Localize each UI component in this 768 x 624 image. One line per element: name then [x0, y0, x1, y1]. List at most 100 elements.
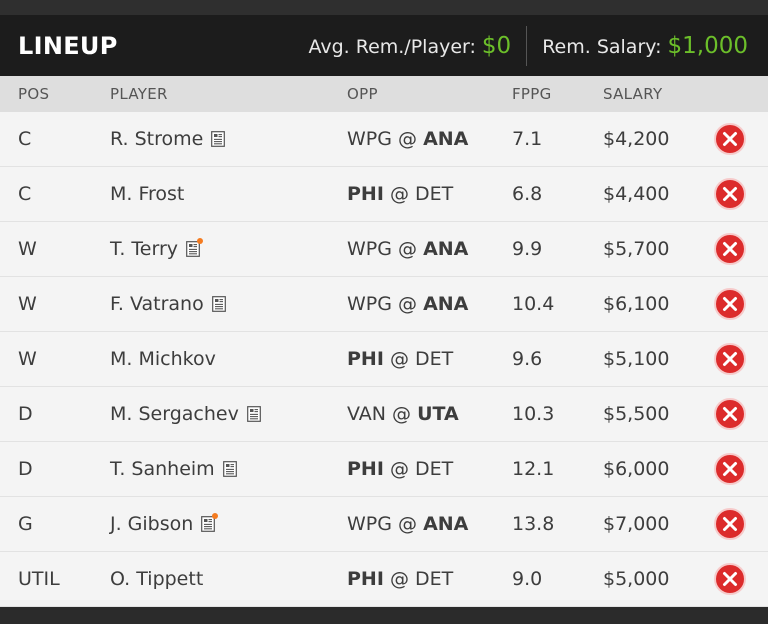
fppg-cell: 9.9	[512, 238, 543, 260]
salary-cell: $4,200	[603, 128, 670, 150]
away-team: PHI	[347, 348, 384, 370]
remaining-salary-value: $1,000	[667, 32, 748, 59]
position-cell: W	[18, 238, 37, 260]
home-team: UTA	[417, 403, 459, 425]
remove-x-icon	[714, 453, 746, 485]
lineup-table: C R. Strome WPG @ ANA 7.1 $4,200 C M. Fr…	[0, 112, 768, 607]
lineup-header: LINEUP Avg. Rem./Player: $0 Rem. Salary:…	[0, 15, 768, 76]
player-name[interactable]: M. Michkov	[110, 348, 216, 370]
player-cell: F. Vatrano	[110, 293, 226, 315]
at-separator: @	[392, 403, 412, 425]
at-separator: @	[389, 568, 409, 590]
position-cell: D	[18, 403, 33, 425]
away-team: PHI	[347, 568, 384, 590]
remove-player-button[interactable]	[714, 288, 746, 320]
remove-x-glyph	[723, 187, 737, 201]
player-cell: J. Gibson	[110, 513, 219, 535]
fppg-cell: 10.3	[512, 403, 555, 425]
column-header-pos[interactable]: POS	[18, 85, 49, 103]
remove-player-button[interactable]	[714, 343, 746, 375]
player-cell: M. Frost	[110, 183, 184, 205]
lineup-row: D M. Sergachev VAN @ UTA 10.3 $5,500	[0, 387, 768, 442]
news-icon[interactable]	[211, 131, 226, 147]
lineup-row: W F. Vatrano WPG @ ANA 10.4 $6,100	[0, 277, 768, 332]
player-name[interactable]: T. Terry	[110, 238, 178, 260]
at-separator: @	[389, 348, 409, 370]
player-name[interactable]: T. Sanheim	[110, 458, 215, 480]
header-divider	[526, 25, 528, 66]
remove-x-glyph	[723, 517, 737, 531]
away-team: PHI	[347, 458, 384, 480]
remaining-salary-label: Rem. Salary:	[542, 35, 662, 58]
news-icon[interactable]	[201, 513, 219, 532]
home-team: DET	[415, 348, 454, 370]
news-icon[interactable]	[211, 296, 226, 312]
bottom-strip	[0, 607, 768, 624]
remove-player-button[interactable]	[714, 453, 746, 485]
news-icon[interactable]	[186, 238, 204, 257]
fppg-cell: 7.1	[512, 128, 543, 150]
column-header-salary[interactable]: SALARY	[603, 85, 662, 103]
lineup-row: G J. Gibson WPG @ ANA 13.8 $7,000	[0, 497, 768, 552]
player-name[interactable]: M. Sergachev	[110, 403, 239, 425]
player-name[interactable]: O. Tippett	[110, 568, 203, 590]
column-header-fppg[interactable]: FPPG	[512, 85, 552, 103]
news-icon[interactable]	[246, 406, 261, 422]
opponent-cell: VAN @ UTA	[347, 403, 459, 425]
home-team: ANA	[423, 238, 469, 260]
fppg-cell: 9.6	[512, 348, 543, 370]
salary-cell: $5,700	[603, 238, 670, 260]
remove-x-icon	[714, 288, 746, 320]
at-separator: @	[398, 128, 418, 150]
fppg-cell: 6.8	[512, 183, 543, 205]
news-icon[interactable]	[222, 461, 237, 477]
fppg-cell: 13.8	[512, 513, 555, 535]
remove-player-button[interactable]	[714, 123, 746, 155]
home-team: ANA	[423, 513, 469, 535]
top-strip	[0, 0, 768, 15]
news-alert-dot	[212, 513, 219, 519]
player-name[interactable]: J. Gibson	[110, 513, 193, 535]
salary-cell: $4,400	[603, 183, 670, 205]
opponent-cell: PHI @ DET	[347, 348, 453, 370]
player-cell: O. Tippett	[110, 568, 203, 590]
player-name[interactable]: M. Frost	[110, 183, 184, 205]
remove-player-button[interactable]	[714, 508, 746, 540]
at-separator: @	[398, 293, 418, 315]
remove-player-button[interactable]	[714, 233, 746, 265]
position-cell: W	[18, 293, 37, 315]
remove-x-icon	[714, 508, 746, 540]
remove-x-glyph	[723, 242, 737, 256]
away-team: WPG	[347, 128, 392, 150]
remove-player-button[interactable]	[714, 398, 746, 430]
position-cell: W	[18, 348, 37, 370]
remove-player-button[interactable]	[714, 563, 746, 595]
opponent-cell: PHI @ DET	[347, 458, 453, 480]
column-header-player[interactable]: PLAYER	[110, 85, 168, 103]
salary-cell: $5,000	[603, 568, 670, 590]
player-cell: T. Sanheim	[110, 458, 237, 480]
away-team: WPG	[347, 293, 392, 315]
player-name[interactable]: F. Vatrano	[110, 293, 204, 315]
remove-player-button[interactable]	[714, 178, 746, 210]
away-team: WPG	[347, 238, 392, 260]
opponent-cell: PHI @ DET	[347, 183, 453, 205]
news-icon-glyph	[211, 131, 226, 147]
at-separator: @	[389, 458, 409, 480]
column-header-opp[interactable]: OPP	[347, 85, 378, 103]
position-cell: G	[18, 513, 33, 535]
player-name[interactable]: R. Strome	[110, 128, 203, 150]
remove-x-glyph	[723, 132, 737, 146]
at-separator: @	[398, 513, 418, 535]
avg-remaining-label: Avg. Rem./Player:	[308, 35, 476, 58]
remove-x-glyph	[723, 297, 737, 311]
lineup-row: W M. Michkov PHI @ DET 9.6 $5,100	[0, 332, 768, 387]
home-team: DET	[415, 458, 454, 480]
avg-remaining-value: $0	[481, 32, 512, 59]
remove-x-icon	[714, 343, 746, 375]
fppg-cell: 12.1	[512, 458, 555, 480]
fppg-cell: 10.4	[512, 293, 555, 315]
home-team: ANA	[423, 293, 469, 315]
news-icon-glyph	[246, 406, 261, 422]
remove-x-glyph	[723, 572, 737, 586]
